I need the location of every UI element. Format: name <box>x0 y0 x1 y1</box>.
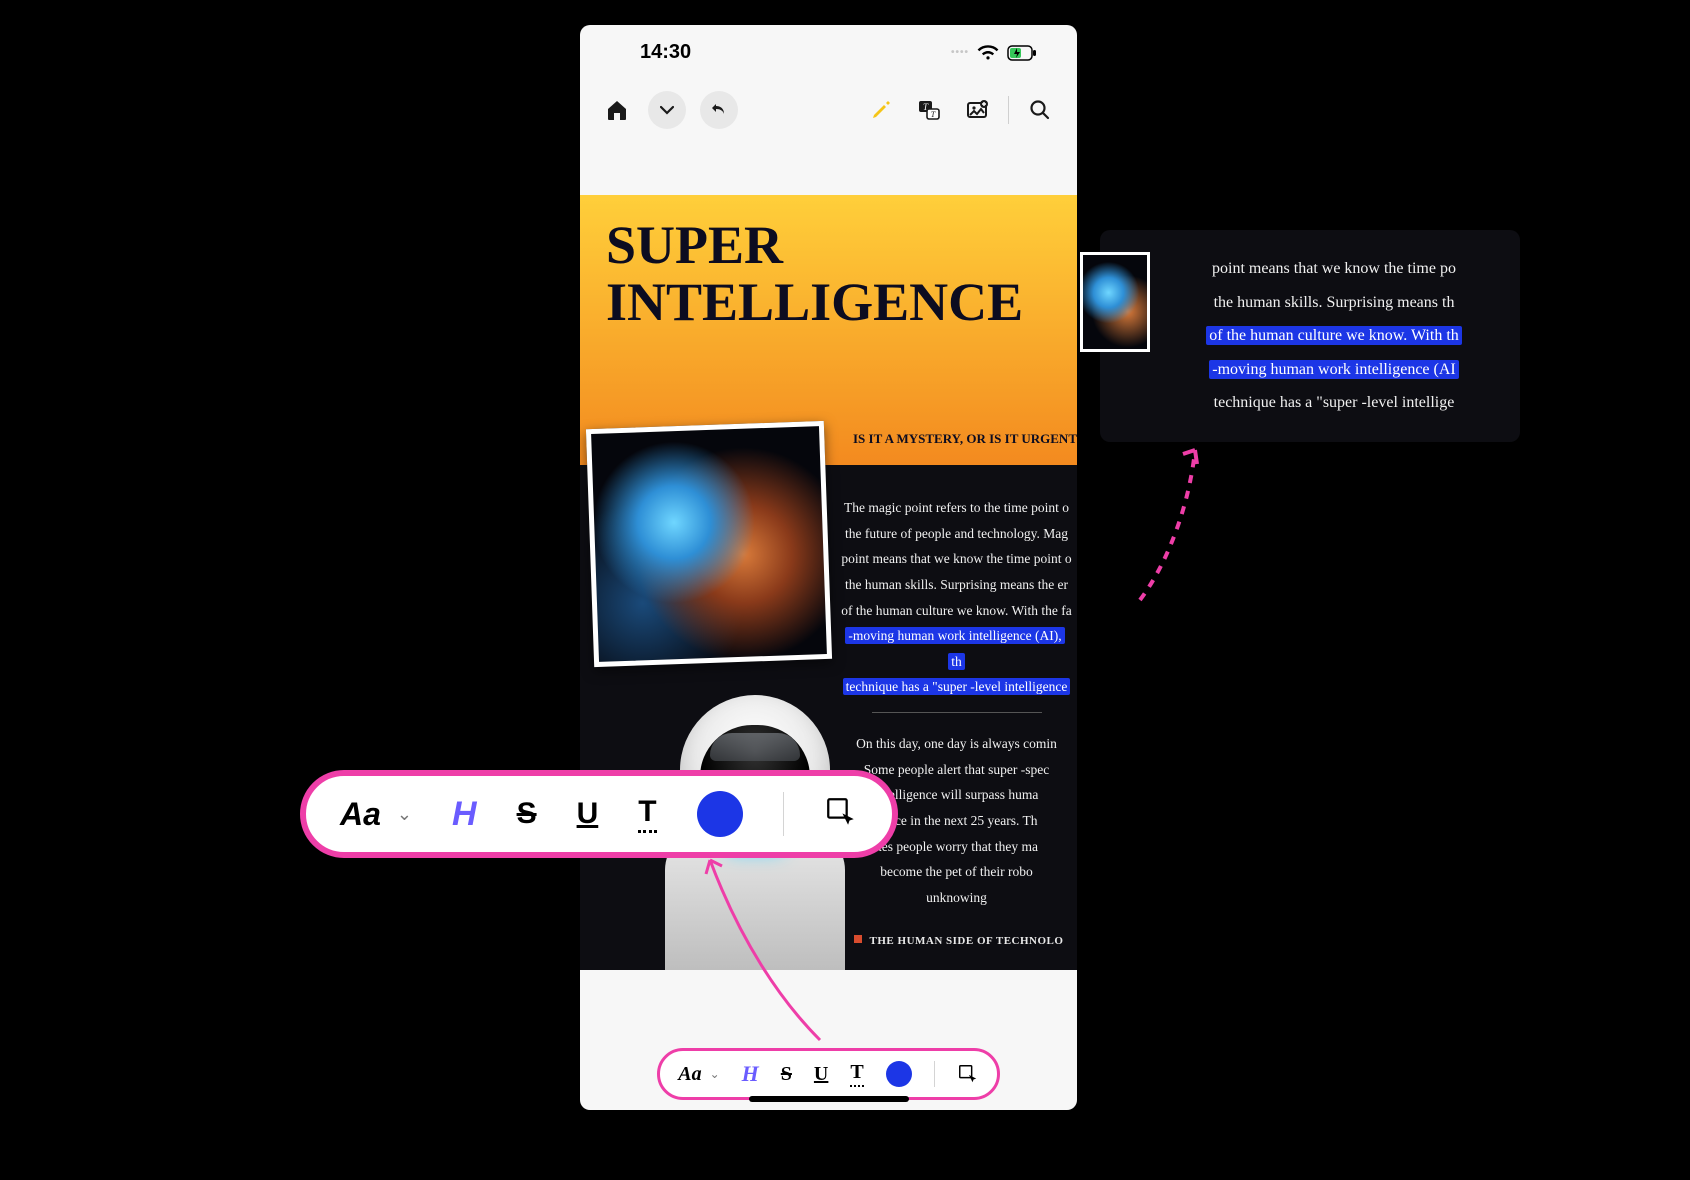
format-toolbar: Aa ⌄ H S U T <box>657 1048 999 1100</box>
callout-arrow-icon <box>1130 430 1220 610</box>
phone-frame: 14:30 •••• TT <box>580 25 1077 1110</box>
undo-icon <box>709 100 729 120</box>
insert-image-button[interactable] <box>960 93 994 127</box>
format-toolbar-zoom: Aa ⌄ H S U T <box>300 770 898 858</box>
body-line: intelligence will surpass huma <box>875 787 1039 802</box>
underline-button[interactable]: U <box>577 797 599 831</box>
hero-banner: SUPER INTELLIGENCE IS IT A MYSTERY, OR I… <box>580 195 1077 465</box>
article-title: SUPER INTELLIGENCE <box>606 217 1077 330</box>
image-add-icon <box>965 98 989 122</box>
area-select-icon <box>824 795 858 829</box>
signal-dots-icon: •••• <box>951 47 969 58</box>
area-select-button[interactable] <box>824 795 858 834</box>
body-line: the human skills. Surprising means the e… <box>845 577 1068 592</box>
squiggly-underline-button[interactable]: T <box>850 1061 863 1087</box>
svg-text:T: T <box>931 110 936 119</box>
squiggly-underline-button[interactable]: T <box>638 795 656 833</box>
status-bar: 14:30 •••• <box>580 25 1077 80</box>
expand-button[interactable] <box>648 91 686 129</box>
popout-line: technique has a "super -level intellige <box>1214 394 1455 411</box>
home-button[interactable] <box>600 93 634 127</box>
format-toolbar-area: Aa ⌄ H S U T <box>580 1048 1077 1100</box>
highlighter-icon <box>869 98 893 122</box>
nebula-thumbnail <box>1080 252 1150 352</box>
search-button[interactable] <box>1023 93 1057 127</box>
wifi-icon <box>977 45 999 61</box>
article-body[interactable]: The magic point refers to the time point… <box>840 495 1077 919</box>
search-icon <box>1028 98 1052 122</box>
highlight-button[interactable]: H <box>742 1061 759 1087</box>
nebula-photo <box>586 421 832 667</box>
body-line: become the pet of their robo <box>880 864 1033 879</box>
article-footer-tag: THE HUMAN SIDE OF TECHNOLO <box>840 935 1077 947</box>
color-picker-button[interactable] <box>697 791 743 837</box>
top-toolbar: TT <box>580 80 1077 140</box>
body-line: On this day, one day is always comin <box>856 736 1057 751</box>
text-zoom-popout: point means that we know the time po the… <box>1100 230 1520 442</box>
format-divider <box>934 1061 935 1087</box>
article-subhead: IS IT A MYSTERY, OR IS IT URGENT <box>853 431 1077 447</box>
font-style-chevron-icon[interactable]: ⌄ <box>710 1067 720 1082</box>
color-picker-button[interactable] <box>886 1061 912 1087</box>
highlight-button[interactable]: H <box>452 795 477 834</box>
body-line: gence in the next 25 years. Th <box>875 813 1037 828</box>
font-style-button[interactable]: Aa <box>678 1063 701 1086</box>
home-indicator[interactable] <box>749 1096 909 1102</box>
highlighted-text: -moving human work intelligence (AI <box>1209 360 1459 379</box>
status-time: 14:30 <box>640 41 691 64</box>
undo-button[interactable] <box>700 91 738 129</box>
highlighted-text[interactable]: -moving human work intelligence (AI), th <box>845 627 1064 670</box>
area-select-icon <box>957 1063 979 1085</box>
font-style-chevron-icon[interactable]: ⌄ <box>397 804 412 825</box>
format-divider <box>783 792 784 836</box>
popout-body: point means that we know the time po the… <box>1162 252 1506 420</box>
strikethrough-button[interactable]: S <box>781 1063 792 1086</box>
font-style-button[interactable]: Aa <box>340 796 381 833</box>
status-right: •••• <box>951 45 1037 61</box>
body-line: kes people worry that they ma <box>875 839 1038 854</box>
body-line: the future of people and technology. Mag <box>845 526 1068 541</box>
home-icon <box>605 98 629 122</box>
text-image-icon: TT <box>917 98 941 122</box>
underline-button[interactable]: U <box>814 1063 828 1086</box>
battery-charging-icon <box>1007 45 1037 61</box>
popout-line: the human skills. Surprising means th <box>1214 294 1455 311</box>
body-line: The magic point refers to the time point… <box>844 500 1069 515</box>
toolbar-divider <box>1008 96 1009 124</box>
highlighted-text[interactable]: technique has a "super -level intelligen… <box>843 678 1071 695</box>
strikethrough-button[interactable]: S <box>517 797 537 831</box>
highlighter-button[interactable] <box>864 93 898 127</box>
body-line: unknowing <box>926 890 987 905</box>
area-select-button[interactable] <box>957 1063 979 1085</box>
body-line: Some people alert that super -spec <box>864 762 1050 777</box>
body-line: of the human culture we know. With the f… <box>841 603 1071 618</box>
body-line: point means that we know the time point … <box>841 551 1071 566</box>
section-rule <box>872 712 1042 713</box>
highlighted-text: of the human culture we know. With th <box>1206 326 1462 345</box>
popout-line: point means that we know the time po <box>1212 260 1456 277</box>
text-image-button[interactable]: TT <box>912 93 946 127</box>
chevron-down-icon <box>660 103 674 117</box>
